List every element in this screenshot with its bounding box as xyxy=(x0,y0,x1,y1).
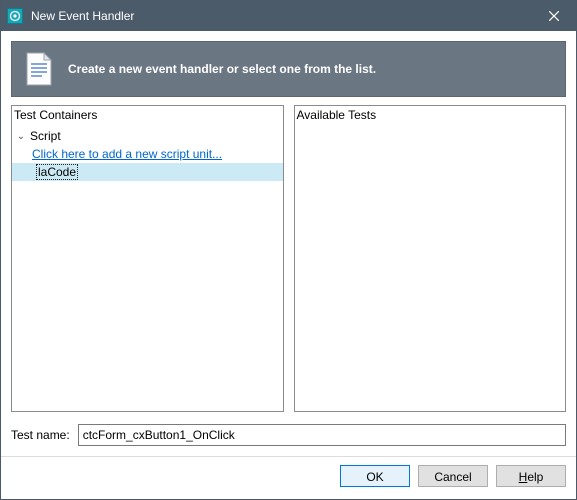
test-containers-title: Test Containers xyxy=(12,106,283,127)
cancel-button[interactable]: Cancel xyxy=(418,465,488,487)
close-button[interactable] xyxy=(532,1,576,31)
containers-tree[interactable]: ⌄ Script Click here to add a new script … xyxy=(12,127,283,181)
add-script-unit-link[interactable]: Click here to add a new script unit... xyxy=(12,145,283,163)
dialog-footer: OK Cancel Help xyxy=(1,456,576,499)
available-tests-title: Available Tests xyxy=(295,106,566,127)
panels-area: Test Containers ⌄ Script Click here to a… xyxy=(1,105,576,418)
window-title: New Event Handler xyxy=(31,9,532,23)
instruction-text: Create a new event handler or select one… xyxy=(68,62,376,76)
test-containers-body: ⌄ Script Click here to add a new script … xyxy=(12,127,283,411)
tree-node-lacode[interactable]: laCode xyxy=(12,163,283,181)
test-name-label: Test name: xyxy=(11,428,70,442)
chevron-down-icon[interactable]: ⌄ xyxy=(14,131,28,142)
ok-button[interactable]: OK xyxy=(340,465,410,487)
document-icon xyxy=(24,52,54,86)
titlebar: New Event Handler xyxy=(1,1,576,31)
tree-node-script[interactable]: ⌄ Script xyxy=(12,127,283,145)
help-button[interactable]: Help xyxy=(496,465,566,487)
close-icon xyxy=(549,11,559,21)
instruction-banner: Create a new event handler or select one… xyxy=(11,41,566,97)
test-name-input[interactable] xyxy=(78,424,566,446)
tree-label: Script xyxy=(28,129,63,143)
app-icon xyxy=(7,8,23,24)
available-tests-body[interactable] xyxy=(295,127,566,411)
test-containers-panel: Test Containers ⌄ Script Click here to a… xyxy=(11,105,284,412)
available-tests-panel: Available Tests xyxy=(294,105,567,412)
test-name-row: Test name: xyxy=(1,418,576,454)
link-label: Click here to add a new script unit... xyxy=(30,147,224,161)
dialog-window: New Event Handler Create a new event han… xyxy=(0,0,577,500)
tree-label: laCode xyxy=(36,164,78,180)
